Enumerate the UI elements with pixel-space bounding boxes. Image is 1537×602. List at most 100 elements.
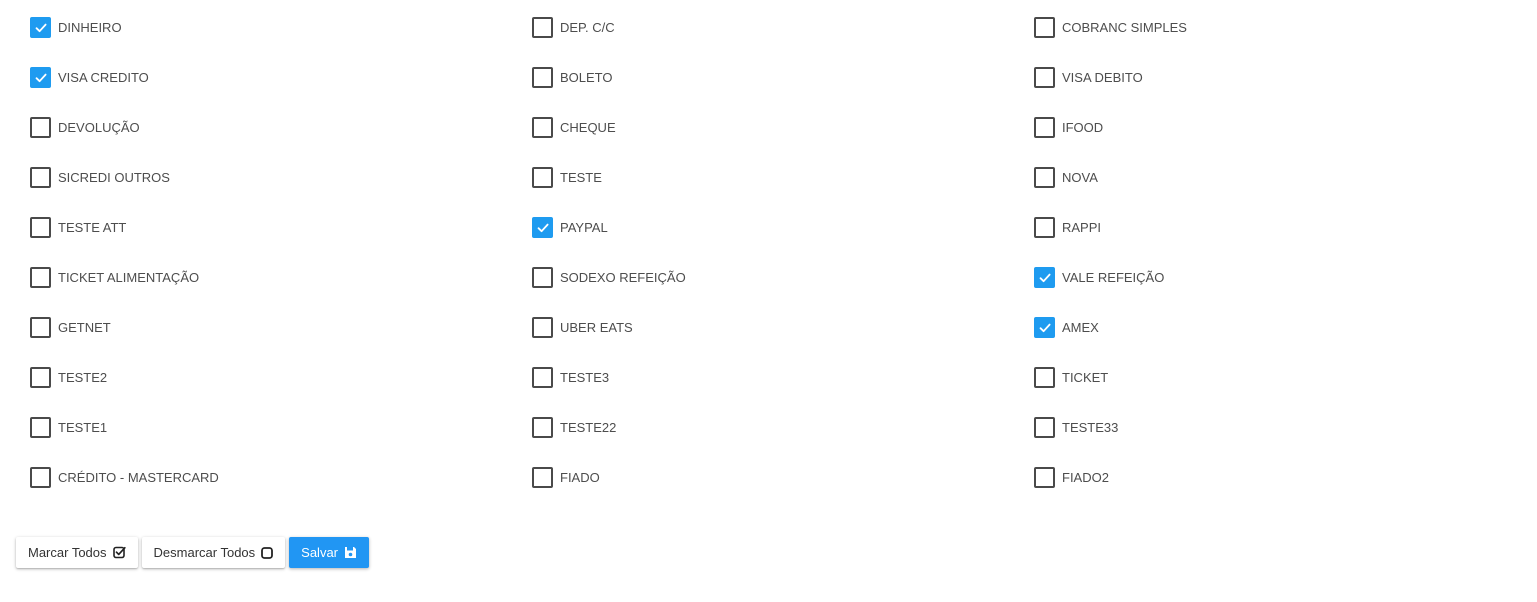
payment-option[interactable]: TESTE33 — [1034, 417, 1535, 467]
square-icon — [261, 546, 274, 559]
payment-option-label: VALE REFEIÇÃO — [1062, 270, 1165, 285]
checkbox-unchecked[interactable] — [1034, 467, 1055, 488]
checkmark-icon — [1039, 273, 1050, 282]
checkbox-unchecked[interactable] — [532, 167, 553, 188]
payment-option[interactable]: SICREDI OUTROS — [30, 167, 532, 217]
payment-option[interactable]: SODEXO REFEIÇÃO — [532, 267, 1034, 317]
payment-option[interactable]: VISA DEBITO — [1034, 67, 1535, 117]
payment-option[interactable]: AMEX — [1034, 317, 1535, 367]
payment-option-label: DEP. C/C — [560, 20, 615, 35]
checkbox-unchecked[interactable] — [532, 117, 553, 138]
checkbox-unchecked[interactable] — [532, 267, 553, 288]
payment-option[interactable]: GETNET — [30, 317, 532, 367]
payment-option-label: SICREDI OUTROS — [58, 170, 170, 185]
payment-option-label: VISA CREDITO — [58, 70, 149, 85]
payment-option-label: TESTE2 — [58, 370, 108, 385]
payment-option-label: BOLETO — [560, 70, 613, 85]
checkmark-icon — [1039, 323, 1050, 332]
checkbox-checked[interactable] — [30, 17, 51, 38]
payment-option-label: COBRANC SIMPLES — [1062, 20, 1187, 35]
payment-option-label: AMEX — [1062, 320, 1099, 335]
payment-option[interactable]: TESTE1 — [30, 417, 532, 467]
payment-option-label: UBER EATS — [560, 320, 633, 335]
payment-option-label: TESTE33 — [1062, 420, 1119, 435]
payment-option[interactable]: TESTE ATT — [30, 217, 532, 267]
payment-option[interactable]: NOVA — [1034, 167, 1535, 217]
payment-option[interactable]: PAYPAL — [532, 217, 1034, 267]
checkbox-unchecked[interactable] — [1034, 67, 1055, 88]
checkbox-unchecked[interactable] — [1034, 17, 1055, 38]
deselect-all-button[interactable]: Desmarcar Todos — [141, 537, 286, 568]
deselect-all-label: Desmarcar Todos — [153, 545, 256, 560]
payment-option-label: TESTE ATT — [58, 220, 127, 235]
payment-option[interactable]: TICKET — [1034, 367, 1535, 417]
payment-option[interactable]: COBRANC SIMPLES — [1034, 17, 1535, 67]
checkbox-checked[interactable] — [30, 67, 51, 88]
payment-option[interactable]: VISA CREDITO — [30, 67, 532, 117]
payment-option-label: FIADO2 — [1062, 470, 1109, 485]
checkbox-unchecked[interactable] — [1034, 367, 1055, 388]
checkbox-checked[interactable] — [532, 217, 553, 238]
payment-option[interactable]: UBER EATS — [532, 317, 1034, 367]
payment-option[interactable]: IFOOD — [1034, 117, 1535, 167]
payment-option[interactable]: FIADO — [532, 467, 1034, 517]
payment-option[interactable]: CHEQUE — [532, 117, 1034, 167]
select-all-label: Marcar Todos — [28, 545, 107, 560]
checkbox-unchecked[interactable] — [30, 217, 51, 238]
checkbox-unchecked[interactable] — [30, 267, 51, 288]
checkbox-unchecked[interactable] — [1034, 117, 1055, 138]
payment-option-label: CRÉDITO - MASTERCARD — [58, 470, 219, 485]
checkbox-unchecked[interactable] — [30, 367, 51, 388]
checkbox-unchecked[interactable] — [30, 417, 51, 438]
checkbox-unchecked[interactable] — [532, 17, 553, 38]
payment-option-label: CHEQUE — [560, 120, 616, 135]
payment-option-label: GETNET — [58, 320, 111, 335]
payment-option-label: TESTE3 — [560, 370, 610, 385]
payment-option[interactable]: CRÉDITO - MASTERCARD — [30, 467, 532, 517]
payment-option[interactable]: TESTE — [532, 167, 1034, 217]
save-button[interactable]: Salvar — [289, 537, 370, 568]
checkbox-unchecked[interactable] — [532, 367, 553, 388]
save-label: Salvar — [301, 545, 339, 560]
checkbox-checked[interactable] — [1034, 267, 1055, 288]
payment-option[interactable]: BOLETO — [532, 67, 1034, 117]
checkbox-unchecked[interactable] — [1034, 417, 1055, 438]
check-square-icon — [112, 546, 126, 559]
checkbox-unchecked[interactable] — [30, 167, 51, 188]
checkbox-unchecked[interactable] — [532, 67, 553, 88]
payment-option[interactable]: TESTE3 — [532, 367, 1034, 417]
payment-option[interactable]: DEVOLUÇÃO — [30, 117, 532, 167]
checkbox-unchecked[interactable] — [30, 467, 51, 488]
payment-option[interactable]: TESTE2 — [30, 367, 532, 417]
payment-option-label: VISA DEBITO — [1062, 70, 1143, 85]
select-all-button[interactable]: Marcar Todos — [16, 537, 138, 568]
payment-option[interactable]: FIADO2 — [1034, 467, 1535, 517]
payment-option-label: TICKET ALIMENTAÇÃO — [58, 270, 200, 285]
checkbox-checked[interactable] — [1034, 317, 1055, 338]
payment-option[interactable]: TICKET ALIMENTAÇÃO — [30, 267, 532, 317]
payment-option-label: IFOOD — [1062, 120, 1104, 135]
payment-option-label: TESTE — [560, 170, 602, 185]
payment-option[interactable]: VALE REFEIÇÃO — [1034, 267, 1535, 317]
payment-option-label: FIADO — [560, 470, 600, 485]
payment-option-label: TESTE22 — [560, 420, 617, 435]
checkbox-unchecked[interactable] — [1034, 217, 1055, 238]
payment-option[interactable]: RAPPI — [1034, 217, 1535, 267]
checkbox-unchecked[interactable] — [30, 117, 51, 138]
payment-option-label: TESTE1 — [58, 420, 108, 435]
payment-option-label: RAPPI — [1062, 220, 1102, 235]
payment-option-label: NOVA — [1062, 170, 1098, 185]
checkbox-unchecked[interactable] — [1034, 167, 1055, 188]
checkbox-unchecked[interactable] — [532, 317, 553, 338]
payment-option[interactable]: DINHEIRO — [30, 17, 532, 67]
payment-option[interactable]: TESTE22 — [532, 417, 1034, 467]
checkmark-icon — [35, 23, 46, 32]
payment-option[interactable]: DEP. C/C — [532, 17, 1034, 67]
payment-option-label: DEVOLUÇÃO — [58, 120, 140, 135]
checkbox-unchecked[interactable] — [532, 467, 553, 488]
checkbox-unchecked[interactable] — [532, 417, 553, 438]
payment-option-label: DINHEIRO — [58, 20, 122, 35]
payment-option-label: TICKET — [1062, 370, 1109, 385]
payment-option-label: PAYPAL — [560, 220, 608, 235]
checkbox-unchecked[interactable] — [30, 317, 51, 338]
